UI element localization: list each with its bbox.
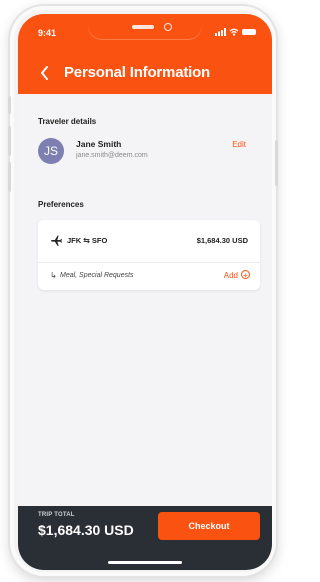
extras-label: Meal, Special Requests xyxy=(60,272,134,279)
page-title: Personal Information xyxy=(64,64,211,81)
edit-traveler-button[interactable]: Edit xyxy=(232,140,246,149)
trip-total-amount: $1,684.30 USD xyxy=(38,522,134,538)
flight-route: JFK ⇆ SFO xyxy=(67,236,107,245)
swap-icon: ⇆ xyxy=(83,235,90,245)
flight-preferences-card: JFK ⇆ SFO $1,684.30 USD ↳ Meal, Special … xyxy=(38,220,260,290)
route-destination: SFO xyxy=(91,236,108,245)
avatar-initials: JS xyxy=(43,144,58,158)
airplane-icon xyxy=(51,235,62,246)
add-extras-button[interactable]: Add xyxy=(224,271,238,280)
flight-price: $1,684.30 USD xyxy=(196,236,248,245)
camera-icon xyxy=(164,23,172,31)
card-divider xyxy=(38,262,260,263)
checkout-footer: TRIP TOTAL $1,684.30 USD Checkout xyxy=(18,506,272,570)
app-screen: 9:41 Personal Information Traveler detai… xyxy=(18,14,272,570)
return-arrow-icon: ↳ xyxy=(50,271,57,280)
speaker-icon xyxy=(132,25,154,29)
stage: 9:41 Personal Information Traveler detai… xyxy=(0,0,286,582)
device-notch xyxy=(88,14,202,40)
traveler-name: Jane Smith xyxy=(76,139,122,149)
route-origin: JFK xyxy=(67,236,82,245)
phone-power-button xyxy=(275,140,278,186)
phone-side-button xyxy=(8,96,11,114)
avatar: JS xyxy=(38,138,64,164)
phone-volume-up-button xyxy=(8,126,11,156)
status-icons xyxy=(215,28,256,36)
trip-total-label: TRIP TOTAL xyxy=(38,512,75,518)
wifi-icon xyxy=(229,28,239,36)
status-time: 9:41 xyxy=(38,28,57,38)
traveler-details-label: Traveler details xyxy=(38,117,97,126)
phone-volume-down-button xyxy=(8,162,11,192)
plus-circle-icon[interactable]: + xyxy=(241,270,250,280)
signal-icon xyxy=(215,28,226,36)
traveler-email: jane.smith@deem.com xyxy=(76,152,148,159)
header-bar: 9:41 Personal Information xyxy=(18,14,272,94)
battery-icon xyxy=(242,29,256,35)
checkout-button[interactable]: Checkout xyxy=(158,512,260,540)
chevron-left-icon[interactable] xyxy=(38,64,52,82)
preferences-label: Preferences xyxy=(38,200,84,209)
home-indicator[interactable] xyxy=(108,561,182,564)
